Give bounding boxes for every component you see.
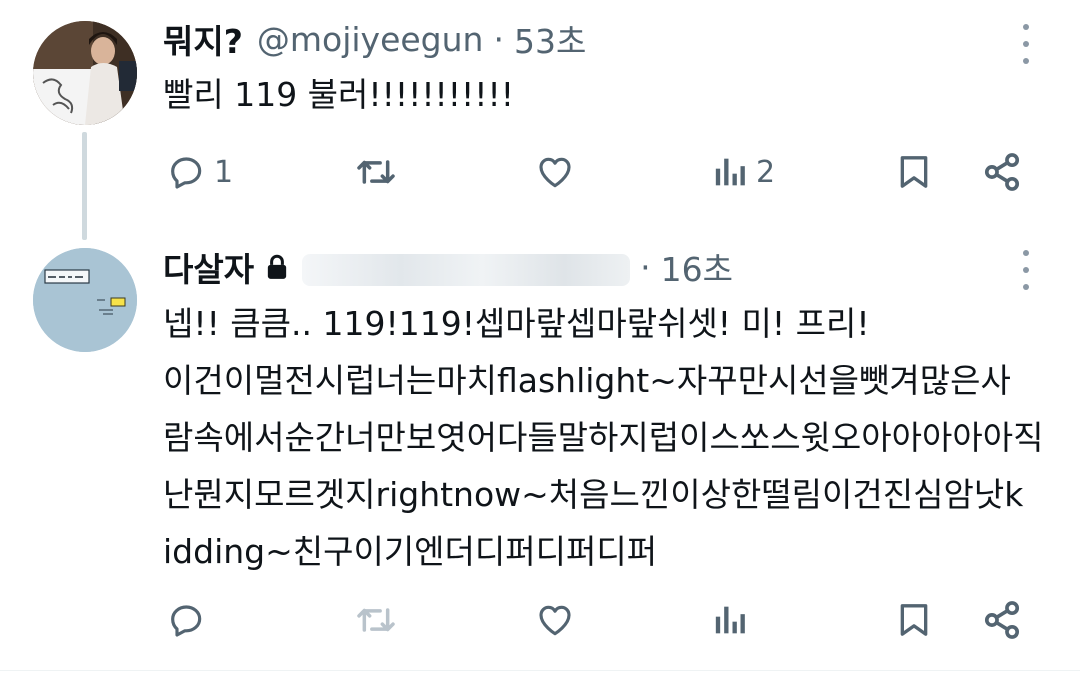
drawing-avatar <box>33 248 137 352</box>
analytics-icon <box>715 606 745 634</box>
tweet-text-line: 람속에서순간너만보엿어다들말하지럽이스쏘스윗오아아아아아직 <box>163 418 1044 457</box>
blurred-user-handle[interactable] <box>302 254 631 286</box>
like-button[interactable] <box>534 148 576 196</box>
separator-dot: · <box>493 19 504 59</box>
avatar[interactable] <box>33 21 137 125</box>
share-icon <box>984 153 1020 191</box>
share-icon <box>984 601 1020 639</box>
tweet-text: 넵!! 큼큼.. 119!119!셉마랖셉마랖쉬셋! 미! 프리! 이건이멀전시… <box>163 295 1043 580</box>
retweet-icon <box>357 160 395 184</box>
like-button[interactable] <box>534 596 576 644</box>
tweet-header: 다살자 · 16초 <box>163 243 733 291</box>
lock-icon <box>264 253 290 281</box>
reply-icon <box>171 157 202 189</box>
bookmark-button[interactable] <box>894 596 934 644</box>
bookmark-button[interactable] <box>894 148 934 196</box>
tweet-text-line: 넵!! 큼큼.. 119!119!셉마랖셉마랖쉬셋! 미! 프리! <box>163 304 870 343</box>
heart-icon <box>539 157 571 188</box>
display-name[interactable]: 뭐지? <box>163 15 243 63</box>
timestamp[interactable]: 16초 <box>661 243 733 291</box>
views-count: 2 <box>756 154 776 190</box>
timestamp[interactable]: 53초 <box>514 15 586 63</box>
tweet-header: 뭐지? @mojiyeegun · 53초 <box>163 15 586 63</box>
separator-dot: · <box>640 247 651 287</box>
tweet-text-line: 난뭔지모르겟지rightnow~처음느낀이상한떨림이건진심암낫k <box>163 475 1024 514</box>
reply-button[interactable]: 1 <box>166 148 233 196</box>
bookmark-icon <box>900 604 928 636</box>
views-button[interactable]: 2 <box>712 148 775 196</box>
tweet-text-line: idding~친구이기엔더디퍼디퍼디퍼 <box>163 532 658 571</box>
analytics-icon <box>715 158 745 186</box>
profile-photo-avatar <box>33 21 137 125</box>
user-handle[interactable]: @mojiyeegun <box>257 20 484 59</box>
share-button[interactable] <box>980 596 1024 644</box>
retweet-button <box>354 596 398 644</box>
tweet-text-line: 이건이멀전시럽너는마치flashlight~자꾸만시선을뺏겨많은사 <box>163 361 1011 400</box>
share-button[interactable] <box>980 148 1024 196</box>
heart-icon <box>539 605 571 636</box>
more-options-icon[interactable] <box>1016 250 1036 290</box>
divider <box>0 670 1080 671</box>
retweet-button[interactable] <box>354 148 398 196</box>
reply-button[interactable] <box>166 596 206 644</box>
tweet-text: 빨리 119 불러!!!!!!!!!!! <box>163 75 514 114</box>
tweet-actions <box>0 596 1080 644</box>
retweet-disabled-icon <box>357 608 395 632</box>
tweet-actions: 1 2 <box>0 148 1080 196</box>
avatar[interactable] <box>33 248 137 352</box>
views-button[interactable] <box>712 596 748 644</box>
bookmark-icon <box>900 156 928 188</box>
reply-count: 1 <box>214 154 234 190</box>
more-options-icon[interactable] <box>1016 24 1036 64</box>
display-name[interactable]: 다살자 <box>163 243 254 291</box>
reply-icon <box>171 605 202 637</box>
